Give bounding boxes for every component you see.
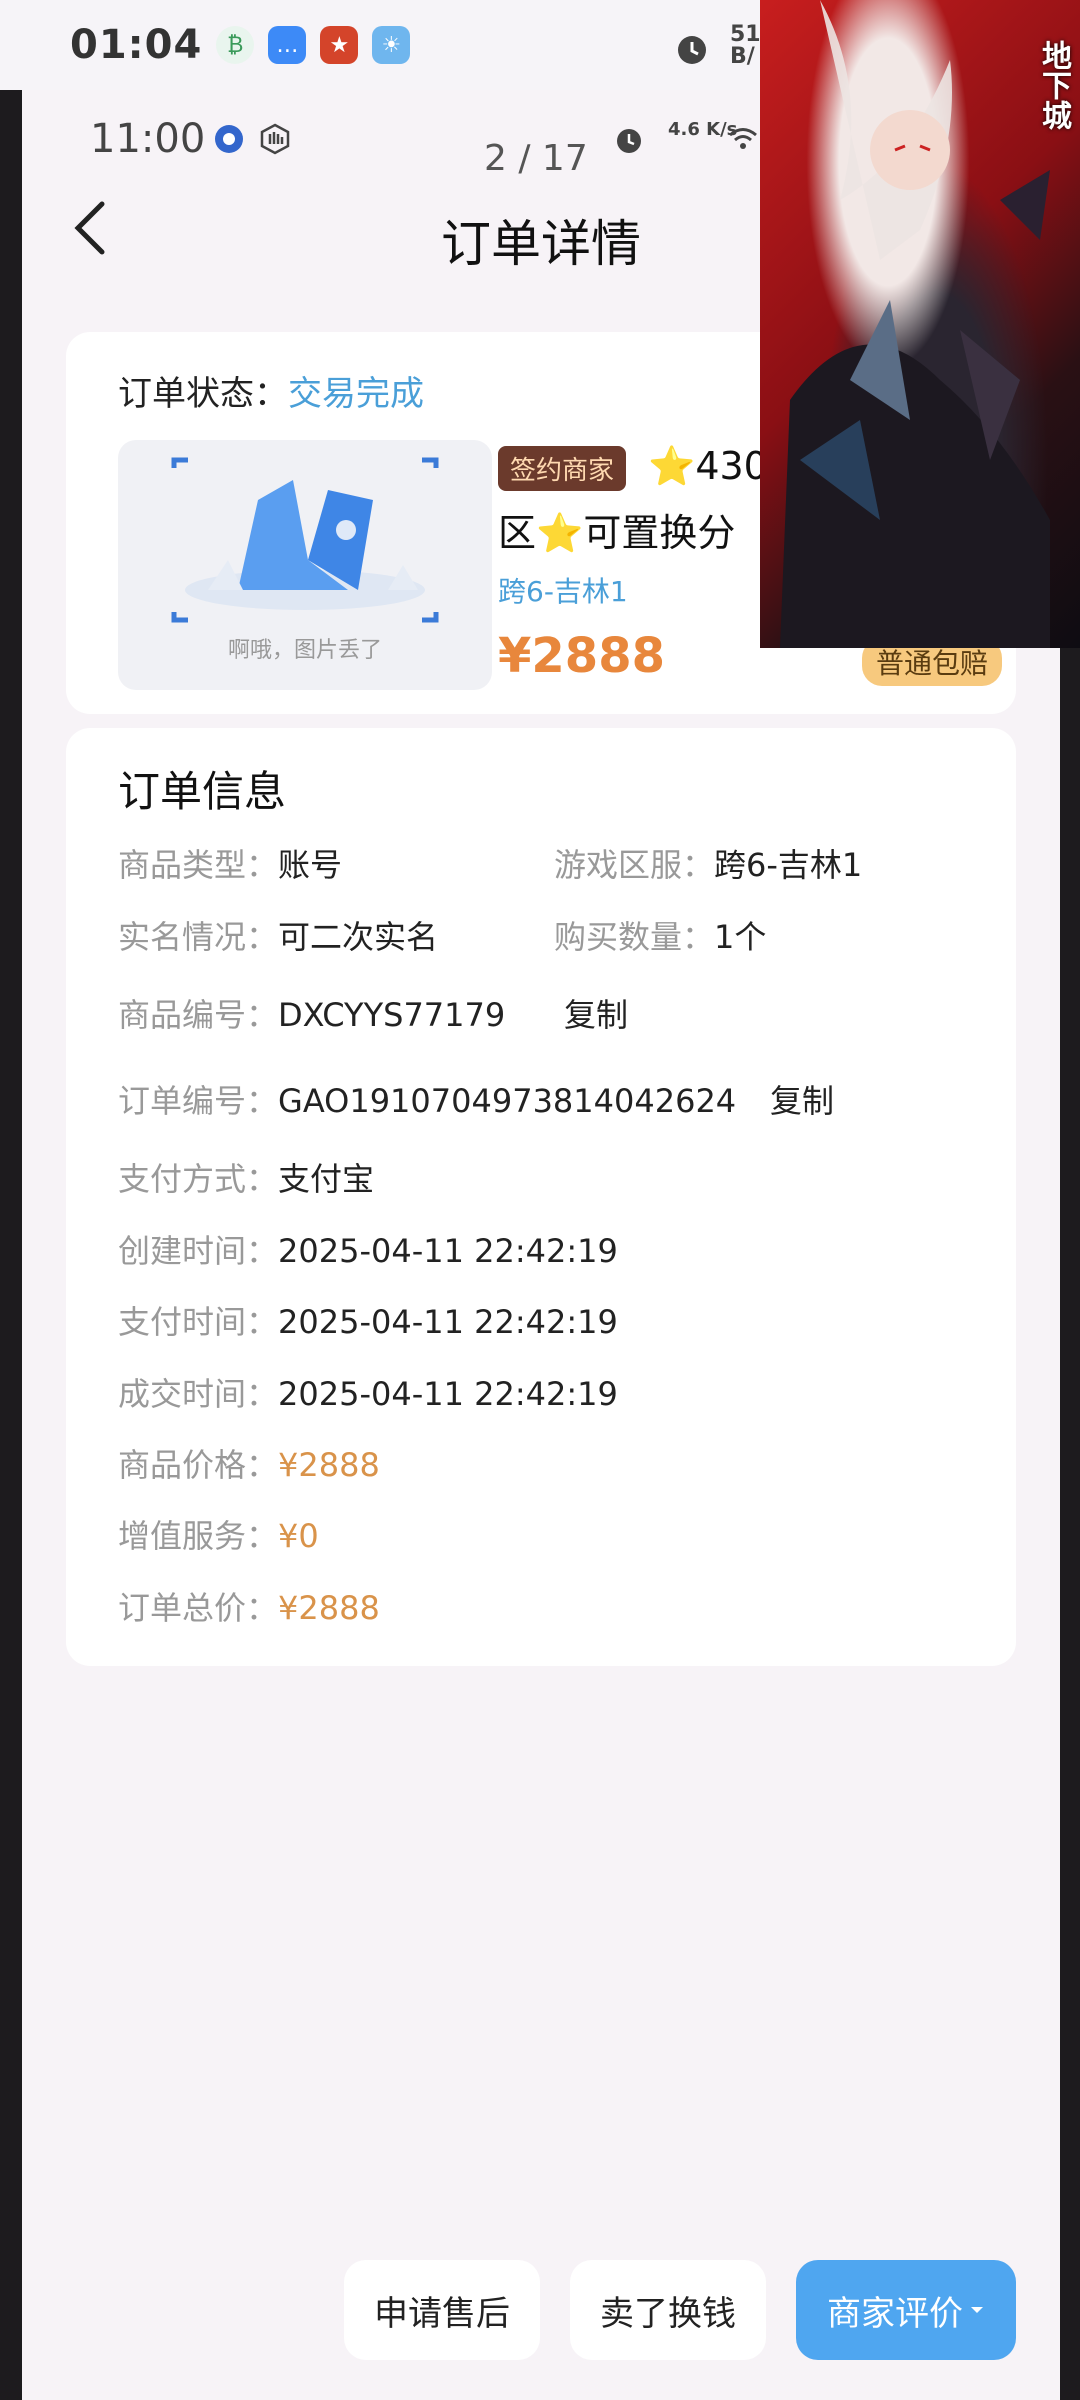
inner-clock: 11:00	[90, 116, 206, 162]
completed-time-value: 2025-04-11 22:42:19	[278, 1375, 618, 1413]
merchant-review-label: 商家评价	[827, 2293, 963, 2334]
product-type-value: 账号	[278, 846, 343, 884]
order-status-label: 订单状态：	[118, 374, 288, 414]
product-type-row: 商品类型：账号	[118, 840, 342, 886]
created-time-row: 创建时间：2025-04-11 22:42:19	[118, 1226, 618, 1272]
real-name-value: 可二次实名	[278, 918, 439, 956]
item-price-value: ¥2888	[278, 1446, 380, 1484]
game-logo-mark: 地下城	[1036, 40, 1071, 130]
game-artwork-image	[780, 0, 1050, 648]
merchant-review-button[interactable]: 商家评价	[796, 2260, 1016, 2360]
payment-value: 支付宝	[278, 1160, 375, 1198]
order-no-value: GAO1910704973814042624	[278, 1082, 737, 1120]
product-image-placeholder[interactable]: 啊哦，图片丢了	[118, 440, 492, 690]
outer-battery-text: 51 B/	[730, 22, 761, 69]
game-server-label: 游戏区服：	[554, 846, 715, 884]
order-info-title: 订单信息	[118, 767, 287, 816]
total-value: ¥2888	[278, 1589, 380, 1627]
real-name-label: 实名情况：	[118, 918, 279, 956]
value-added-value: ¥0	[278, 1517, 319, 1555]
paid-time-label: 支付时间：	[118, 1303, 279, 1341]
copy-order-no-button[interactable]: 复制	[770, 1076, 834, 1122]
product-no-label: 商品编号：	[118, 996, 279, 1034]
game-app-icon: ★	[320, 26, 359, 64]
product-type-label: 商品类型：	[118, 846, 279, 884]
value-added-row: 增值服务：¥0	[118, 1511, 319, 1557]
quantity-value: 1个	[714, 918, 767, 956]
game-server-value: 跨6-吉林1	[714, 846, 863, 884]
item-price-row: 商品价格：¥2888	[118, 1440, 380, 1486]
order-no-label: 订单编号：	[118, 1082, 279, 1120]
paid-time-value: 2025-04-11 22:42:19	[278, 1303, 618, 1341]
order-status-line: 订单状态：交易完成	[118, 366, 424, 415]
weather-icon: ☀	[372, 26, 411, 64]
copy-product-no-button[interactable]: 复制	[564, 990, 628, 1036]
quantity-row: 购买数量：1个	[554, 912, 766, 958]
payment-label: 支付方式：	[118, 1160, 279, 1198]
outer-status-bar: 01:04 ₿ … ★ ☀ 51 B/	[0, 0, 761, 90]
outer-clock: 01:04	[70, 22, 203, 68]
product-no-row: 商品编号：DXCYYS77179	[118, 990, 505, 1036]
game-server-row: 游戏区服：跨6-吉林1	[554, 840, 862, 886]
page-counter: 2 / 17	[484, 138, 588, 179]
product-price: ¥2888	[498, 628, 665, 684]
game-art-overlay[interactable]: 地下城	[760, 0, 1080, 648]
product-title-line1[interactable]: ⭐430	[648, 444, 768, 489]
order-status-value: 交易完成	[288, 374, 424, 414]
total-row: 订单总价：¥2888	[118, 1583, 380, 1629]
message-icon: …	[268, 26, 307, 64]
paid-time-row: 支付时间：2025-04-11 22:42:19	[118, 1297, 618, 1343]
value-added-label: 增值服务：	[118, 1517, 279, 1555]
item-price-label: 商品价格：	[118, 1446, 279, 1484]
app-notification-icon: ₿	[216, 26, 255, 64]
created-time-value: 2025-04-11 22:42:19	[278, 1232, 618, 1270]
total-label: 订单总价：	[118, 1589, 279, 1627]
hand-icon	[260, 123, 290, 155]
image-missing-icon	[171, 457, 439, 623]
payment-row: 支付方式：支付宝	[118, 1154, 374, 1200]
quantity-label: 购买数量：	[554, 918, 715, 956]
sync-icon	[215, 125, 243, 153]
completed-time-row: 成交时间：2025-04-11 22:42:19	[118, 1369, 618, 1415]
completed-time-label: 成交时间：	[118, 1375, 279, 1413]
wifi-icon	[729, 128, 757, 149]
product-server: 跨6-吉林1	[498, 575, 628, 608]
merchant-badge: 签约商家	[498, 446, 627, 491]
caret-down-icon	[971, 2307, 983, 2313]
sell-button[interactable]: 卖了换钱	[570, 2260, 766, 2360]
real-name-row: 实名情况：可二次实名	[118, 912, 438, 958]
created-time-label: 创建时间：	[118, 1232, 279, 1270]
after-sale-button[interactable]: 申请售后	[344, 2260, 540, 2360]
order-info-card: 订单信息 商品类型：账号 游戏区服：跨6-吉林1 实名情况：可二次实名 购买数量…	[66, 728, 1016, 1666]
alarm-icon	[678, 36, 706, 64]
product-title-line2[interactable]: 区⭐可置换分	[498, 502, 735, 557]
image-missing-text: 啊哦，图片丢了	[227, 638, 382, 663]
inner-alarm-icon	[617, 129, 641, 153]
order-no-row: 订单编号：GAO1910704973814042624	[118, 1076, 736, 1122]
product-no-value: DXCYYS77179	[278, 996, 506, 1034]
